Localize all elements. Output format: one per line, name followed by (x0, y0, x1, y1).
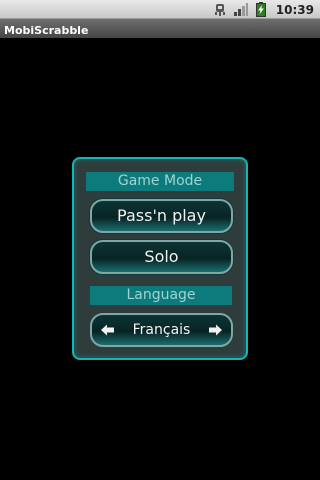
status-bar: 10:39 (0, 0, 320, 19)
main-menu-panel: Game Mode Pass'n play Solo Language Fran… (72, 157, 248, 360)
language-selector[interactable]: Français (90, 313, 233, 347)
usb-debug-icon (214, 3, 226, 16)
signal-icon (233, 3, 248, 16)
app-screen: 10:39 MobiScrabble Game Mode Pass'n play… (0, 0, 320, 480)
status-clock: 10:39 (275, 2, 314, 17)
app-title: MobiScrabble (4, 24, 89, 37)
status-icons: 10:39 (214, 1, 314, 18)
solo-button[interactable]: Solo (90, 240, 233, 274)
language-header: Language (90, 286, 232, 305)
game-mode-header: Game Mode (86, 172, 234, 191)
arrow-left-icon[interactable] (101, 323, 115, 337)
battery-charging-icon (255, 2, 266, 17)
arrow-right-icon[interactable] (208, 323, 222, 337)
pass-n-play-button[interactable]: Pass'n play (90, 199, 233, 233)
title-bar: MobiScrabble (0, 19, 320, 38)
